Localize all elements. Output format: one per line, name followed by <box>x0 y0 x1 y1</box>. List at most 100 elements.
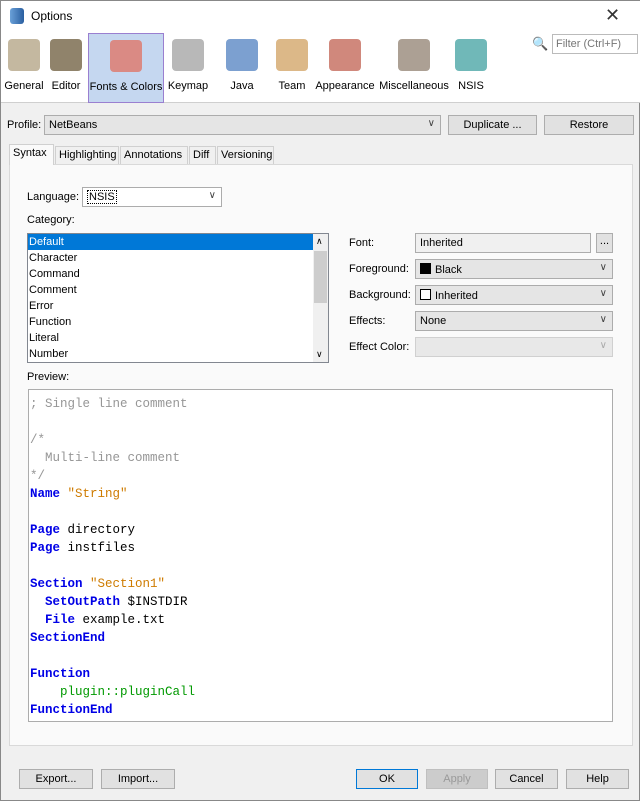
background-select[interactable]: Inherited ∨ <box>415 285 613 305</box>
category-team[interactable]: Team <box>271 33 313 103</box>
category-label: General <box>4 80 44 92</box>
list-item[interactable]: Number <box>28 346 314 362</box>
list-item[interactable]: Function <box>28 314 314 330</box>
appearance-icon <box>329 39 361 71</box>
effects-select[interactable]: None ∨ <box>415 311 613 331</box>
language-value: NSIS <box>87 190 117 204</box>
scrollbar-thumb[interactable] <box>314 251 327 303</box>
preview-pane: ; Single line comment /* Multi-line comme… <box>28 389 613 722</box>
cancel-button[interactable]: Cancel <box>495 769 558 789</box>
code-token: Multi-line comment <box>30 451 181 465</box>
list-item[interactable]: Error <box>28 298 314 314</box>
category-label: Fonts & Colors <box>89 81 163 93</box>
nsis-icon <box>455 39 487 71</box>
category-editor[interactable]: Editor <box>46 33 86 103</box>
category-label: Appearance <box>315 80 375 92</box>
profile-select[interactable]: NetBeans ∨ <box>44 115 441 135</box>
category-label: Java <box>230 80 254 92</box>
code-token: Name <box>30 487 61 501</box>
category-label: Team <box>278 80 306 92</box>
code-token: "Section1" <box>90 577 166 591</box>
category-miscellaneous[interactable]: Miscellaneous <box>379 33 449 103</box>
code-token: Page <box>30 523 61 537</box>
export-button[interactable]: Export... <box>19 769 93 789</box>
code-line: Section "Section1" <box>30 575 612 593</box>
code-line: SectionEnd <box>30 629 612 647</box>
code-token: $INSTDIR <box>120 595 188 609</box>
tab-annotations[interactable]: Annotations <box>120 146 188 164</box>
foreground-select[interactable]: Black ∨ <box>415 259 613 279</box>
title-bar: Options ✕ <box>1 1 640 31</box>
category-scrollbar[interactable]: ∧ ∨ <box>313 234 328 362</box>
help-button[interactable]: Help <box>566 769 629 789</box>
code-line: /* <box>30 431 612 449</box>
duplicate-button[interactable]: Duplicate ... <box>448 115 537 135</box>
background-label: Background: <box>349 289 411 301</box>
category-label: Category: <box>27 214 75 226</box>
language-label: Language: <box>27 191 79 203</box>
keymap-icon <box>172 39 204 71</box>
font-label: Font: <box>349 237 375 249</box>
code-line: Page directory <box>30 521 612 539</box>
chevron-down-icon: ∨ <box>427 118 435 129</box>
font-field[interactable]: Inherited <box>415 233 591 253</box>
code-token: FunctionEnd <box>30 703 113 717</box>
category-nsis[interactable]: NSIS <box>451 33 491 103</box>
tab-versioning[interactable]: Versioning <box>217 146 274 164</box>
team-icon <box>276 39 308 71</box>
code-token: Page <box>30 541 61 555</box>
background-value: Inherited <box>435 290 478 302</box>
code-token: instfiles <box>60 541 136 555</box>
close-button[interactable]: ✕ <box>605 5 620 26</box>
ok-button[interactable]: OK <box>356 769 418 789</box>
category-java[interactable]: Java <box>213 33 271 103</box>
tab-syntax[interactable]: Syntax <box>9 144 54 165</box>
category-general[interactable]: General <box>4 33 44 103</box>
list-item[interactable]: Default <box>28 234 314 250</box>
language-select[interactable]: NSIS ∨ <box>82 187 222 207</box>
effects-value: None <box>420 315 447 327</box>
import-button[interactable]: Import... <box>101 769 175 789</box>
category-keymap[interactable]: Keymap <box>165 33 211 103</box>
app-icon <box>10 8 24 24</box>
chevron-down-icon: ∨ <box>599 262 607 273</box>
list-item[interactable]: Command <box>28 266 314 282</box>
font-browse-button[interactable]: ... <box>596 233 613 253</box>
code-token: /* <box>30 433 46 447</box>
code-line: Page instfiles <box>30 539 612 557</box>
category-label: NSIS <box>458 80 484 92</box>
filter-input[interactable] <box>552 34 638 54</box>
code-token: */ <box>30 469 46 483</box>
code-token: ; Single line comment <box>30 397 188 411</box>
effects-label: Effects: <box>349 315 386 327</box>
effect-color-label: Effect Color: <box>349 341 410 353</box>
foreground-label: Foreground: <box>349 263 409 275</box>
category-appearance[interactable]: Appearance <box>314 33 376 103</box>
profile-label: Profile: <box>7 119 42 131</box>
category-fonts-colors[interactable]: Fonts & Colors <box>88 33 164 103</box>
list-item[interactable]: Literal <box>28 330 314 346</box>
tab-diff[interactable]: Diff <box>189 146 216 164</box>
list-item[interactable]: Character <box>28 250 314 266</box>
code-line: FunctionEnd <box>30 701 612 719</box>
code-token: SetOutPath <box>45 595 121 609</box>
window-title: Options <box>31 9 73 23</box>
scroll-down-icon[interactable]: ∨ <box>316 349 323 360</box>
list-item[interactable]: Comment <box>28 282 314 298</box>
category-list[interactable]: Default Character Command Comment Error Funct… <box>27 233 329 363</box>
code-token: plugin::pluginCall <box>30 685 196 699</box>
code-line: ; Single line comment <box>30 395 612 413</box>
search-icon: 🔍 <box>532 36 549 51</box>
code-token: Section <box>30 577 83 591</box>
tab-highlighting[interactable]: Highlighting <box>55 146 119 164</box>
code-token: Function <box>30 667 91 681</box>
scroll-up-icon[interactable]: ∧ <box>316 236 323 247</box>
restore-button[interactable]: Restore <box>544 115 634 135</box>
apply-button[interactable]: Apply <box>426 769 488 789</box>
miscellaneous-icon <box>398 39 430 71</box>
code-line: Multi-line comment <box>30 449 612 467</box>
